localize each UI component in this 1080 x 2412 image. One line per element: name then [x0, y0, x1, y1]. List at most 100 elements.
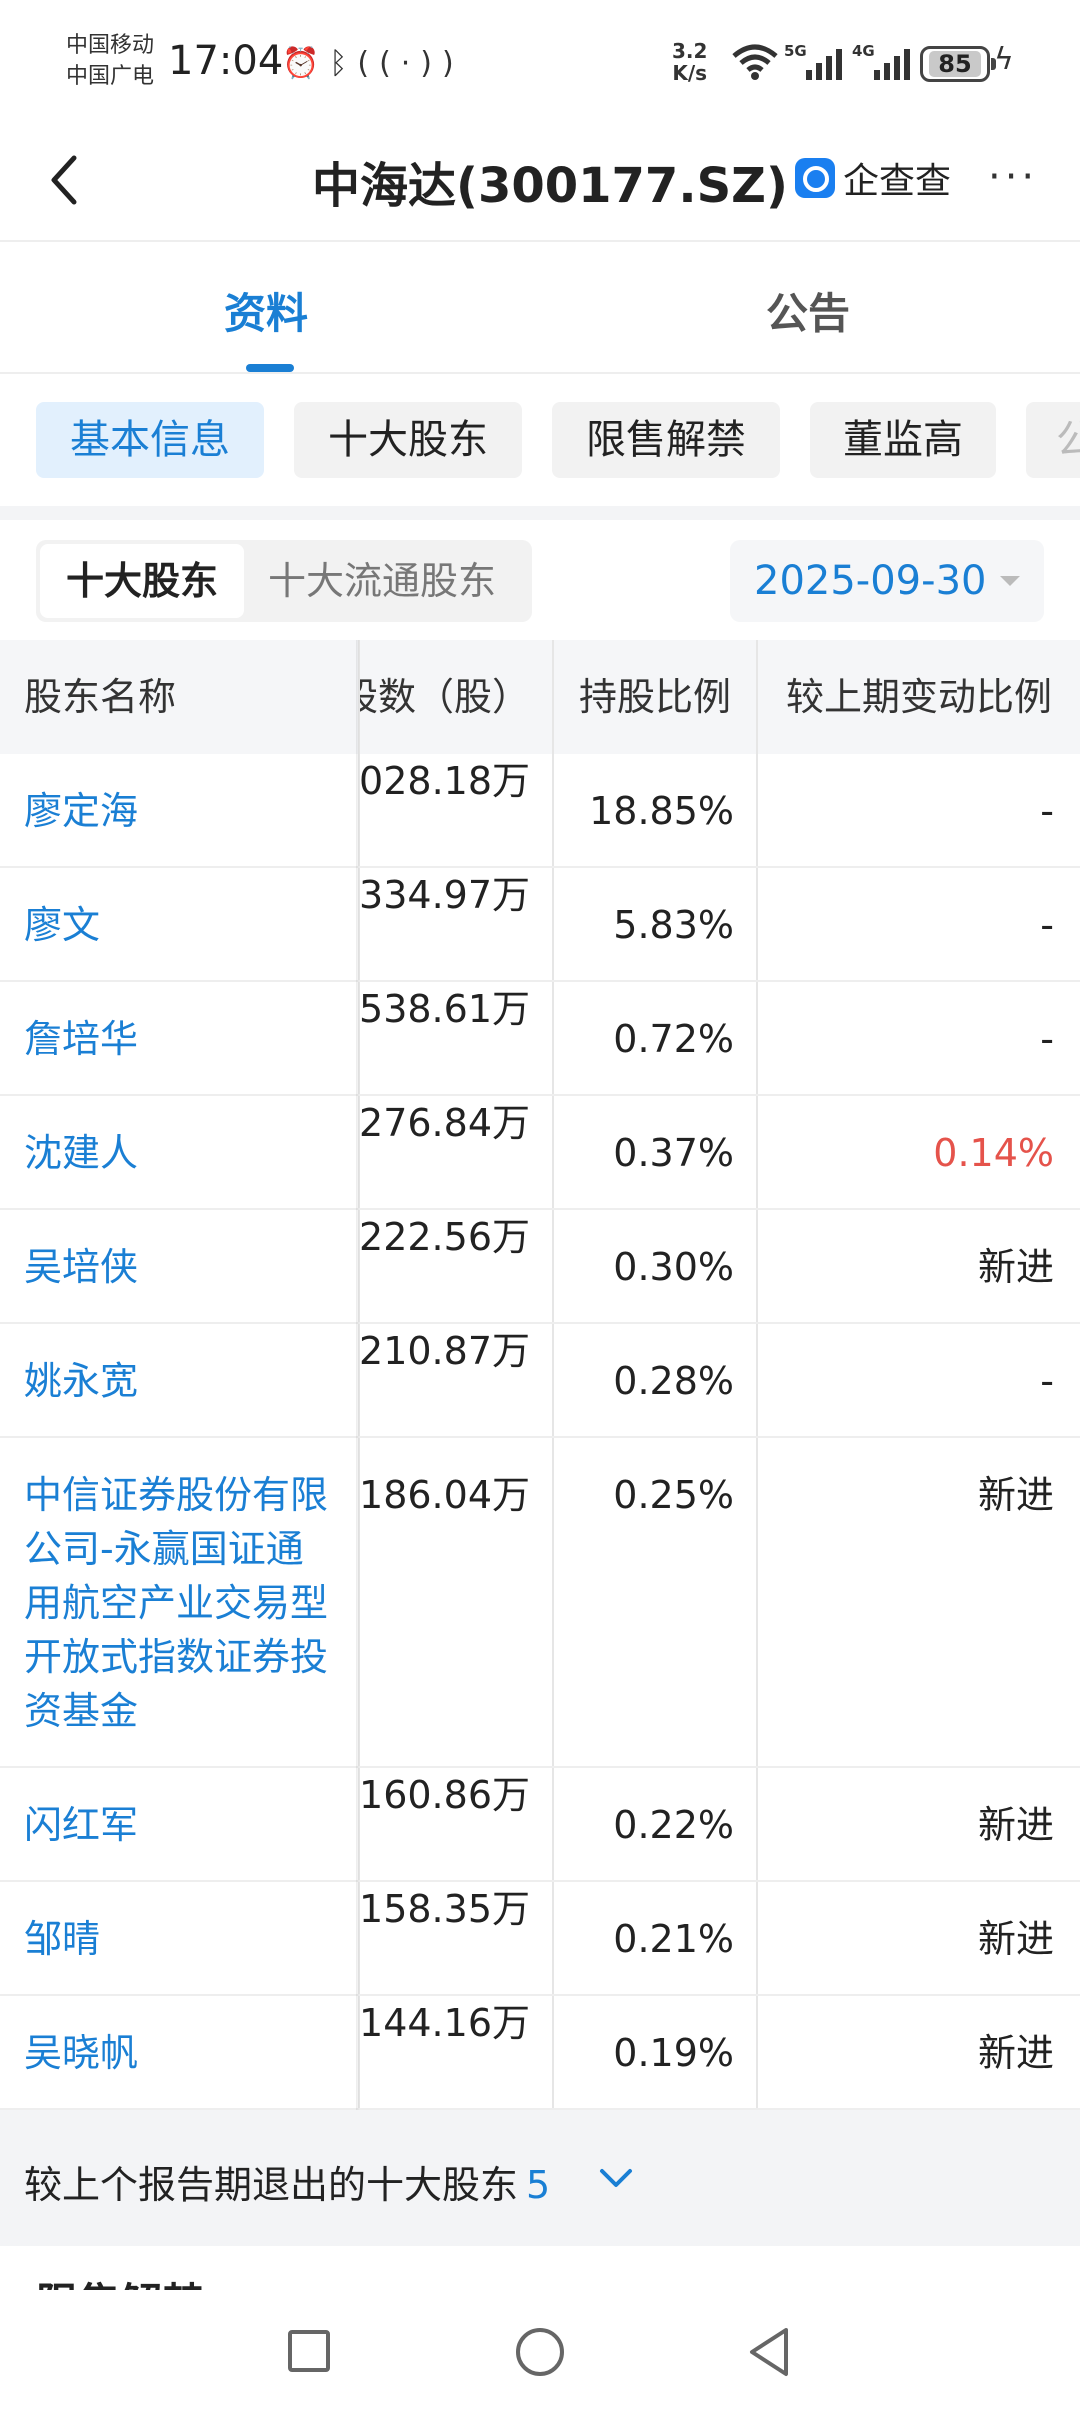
change-cell: -: [756, 1324, 1080, 1436]
shareholder-name[interactable]: 闪红军: [0, 1768, 358, 1880]
more-menu-icon[interactable]: ···: [988, 154, 1038, 200]
ratio-cell: 0.21%: [552, 1882, 756, 1994]
table-row[interactable]: 闪红军 160.86万 0.22% 新进: [0, 1768, 1080, 1882]
battery-level: 85: [929, 51, 981, 77]
change-cell: 0.14%: [756, 1096, 1080, 1208]
shares-cell: 538.61万: [358, 982, 552, 1094]
table-row[interactable]: 廖文 ,334.97万 5.83% -: [0, 868, 1080, 982]
hotspot-icon: ((·)): [357, 46, 464, 81]
subtab-basic-info[interactable]: 基本信息: [36, 402, 264, 478]
title-divider: [0, 240, 1080, 242]
shareholder-name[interactable]: 廖定海: [0, 754, 358, 866]
shareholder-name[interactable]: 中信证券股份有限 公司-永赢国证通 用航空产业交易型 开放式指数证券投 资基金: [0, 1438, 358, 1766]
shareholder-type-switch: 十大股东 十大流通股东: [36, 540, 532, 622]
alarm-icon: ⏰: [282, 46, 330, 81]
ratio-cell: 5.83%: [552, 868, 756, 980]
shareholder-name[interactable]: 邹晴: [0, 1882, 358, 1994]
status-bar: 中国移动 中国广电 17:04 ⏰ᛒ((·)) 3.2 K/s 5G 4G 85…: [0, 0, 1080, 120]
name-line: 开放式指数证券投: [24, 1635, 329, 1679]
tab-profile[interactable]: 资料: [224, 280, 308, 341]
exited-shareholders-toggle[interactable]: 较上个报告期退出的十大股东 5: [0, 2110, 1080, 2246]
signal-5g-label: 5G: [784, 42, 807, 60]
option-top-ten[interactable]: 十大股东: [40, 544, 244, 618]
ratio-cell: 0.25%: [552, 1438, 756, 1766]
table-row[interactable]: 中信证券股份有限 公司-永赢国证通 用航空产业交易型 开放式指数证券投 资基金 …: [0, 1438, 1080, 1768]
title-bar: 中海达(300177.SZ) 企查查 ···: [0, 120, 1080, 240]
nav-back-icon[interactable]: [746, 2326, 794, 2378]
carrier-info: 中国移动 中国广电: [66, 30, 154, 92]
change-cell: 新进: [756, 1882, 1080, 1994]
name-line: 资基金: [24, 1689, 139, 1733]
table-row[interactable]: 廖定海 ,028.18万 18.85% -: [0, 754, 1080, 868]
option-top-ten-float[interactable]: 十大流通股东: [268, 544, 496, 618]
table-row[interactable]: 吴晓帆 144.16万 0.19% 新进: [0, 1996, 1080, 2110]
tabs-divider: [0, 372, 1080, 374]
table-row[interactable]: 姚永宽 210.87万 0.28% -: [0, 1324, 1080, 1438]
change-cell: -: [756, 868, 1080, 980]
shares-cell: 158.35万: [358, 1882, 552, 1994]
shareholder-name[interactable]: 廖文: [0, 868, 358, 980]
change-cell: 新进: [756, 1768, 1080, 1880]
signal-5g-icon: 5G: [784, 42, 854, 80]
header-name: 股东名称: [24, 675, 177, 719]
signal-4g-icon: 4G: [852, 42, 922, 80]
brand-name: 企查查: [843, 161, 952, 202]
carrier-1: 中国移动: [66, 33, 155, 58]
shareholder-name[interactable]: 吴晓帆: [0, 1996, 358, 2108]
status-icons: ⏰ᛒ((·)): [282, 46, 464, 81]
signal-4g-label: 4G: [852, 42, 875, 60]
net-rate-unit: K/s: [672, 61, 708, 85]
frozen-column-shadow: [356, 640, 360, 2110]
table-header: 股东名称 股数（股） 持股比例 较上期变动比例: [0, 640, 1080, 754]
exited-count: 5: [526, 2163, 551, 2207]
section-divider: [0, 506, 1080, 520]
ratio-cell: 0.37%: [552, 1096, 756, 1208]
subtab-lockup-release[interactable]: 限售解禁: [552, 402, 780, 478]
shareholder-name[interactable]: 沈建人: [0, 1096, 358, 1208]
change-cell: 新进: [756, 1438, 1080, 1766]
active-tab-indicator: [246, 364, 294, 372]
name-line: 中信证券股份有限: [24, 1473, 329, 1517]
ratio-cell: 0.30%: [552, 1210, 756, 1322]
shareholder-table: 股东名称 股数（股） 持股比例 较上期变动比例 廖定海 ,028.18万 18.…: [0, 640, 1080, 2110]
header-shares: 股数（股）: [358, 640, 552, 754]
name-line: 公司-永赢国证通: [24, 1527, 304, 1571]
shares-cell: 160.86万: [358, 1768, 552, 1880]
ratio-cell: 18.85%: [552, 754, 756, 866]
carrier-2: 中国广电: [66, 64, 155, 89]
change-cell: 新进: [756, 1996, 1080, 2108]
subtab-top-shareholders[interactable]: 十大股东: [294, 402, 522, 478]
chevron-down-icon: [1000, 576, 1020, 586]
table-row[interactable]: 沈建人 276.84万 0.37% 0.14%: [0, 1096, 1080, 1210]
home-icon[interactable]: [516, 2328, 564, 2376]
shares-cell: 186.04万: [358, 1438, 552, 1766]
table-row[interactable]: 吴培侠 222.56万 0.30% 新进: [0, 1210, 1080, 1324]
report-date-select[interactable]: 2025-09-30: [730, 540, 1044, 622]
net-rate: 3.2 K/s: [672, 40, 707, 84]
shareholder-name[interactable]: 姚永宽: [0, 1324, 358, 1436]
shares-cell: 144.16万: [358, 1996, 552, 2108]
qichacha-icon: [795, 158, 835, 198]
chevron-down-icon: [600, 2169, 632, 2187]
shareholder-name[interactable]: 詹培华: [0, 982, 358, 1094]
shareholder-name[interactable]: 吴培侠: [0, 1210, 358, 1322]
table-row[interactable]: 詹培华 538.61万 0.72% -: [0, 982, 1080, 1096]
battery-icon: 85: [920, 46, 996, 82]
clock: 17:04: [168, 38, 284, 84]
shares-cell: 210.87万: [358, 1324, 552, 1436]
system-nav-bar: [0, 2290, 1080, 2412]
back-icon[interactable]: [44, 148, 84, 212]
page-title: 中海达(300177.SZ): [312, 158, 788, 214]
tab-announcements[interactable]: 公告: [766, 280, 850, 341]
table-row[interactable]: 邹晴 158.35万 0.21% 新进: [0, 1882, 1080, 1996]
shares-cell: ,334.97万: [358, 868, 552, 980]
ratio-cell: 0.72%: [552, 982, 756, 1094]
ratio-cell: 0.22%: [552, 1768, 756, 1880]
charging-icon: ϟ: [994, 42, 1014, 77]
recent-apps-icon[interactable]: [288, 2330, 330, 2372]
shares-cell: 222.56万: [358, 1210, 552, 1322]
subtab-partial[interactable]: 公: [1026, 402, 1080, 478]
exited-shareholders-label: 较上个报告期退出的十大股东 5: [24, 2163, 551, 2207]
brand-logo[interactable]: 企查查: [795, 152, 951, 204]
subtab-executives[interactable]: 董监高: [810, 402, 996, 478]
